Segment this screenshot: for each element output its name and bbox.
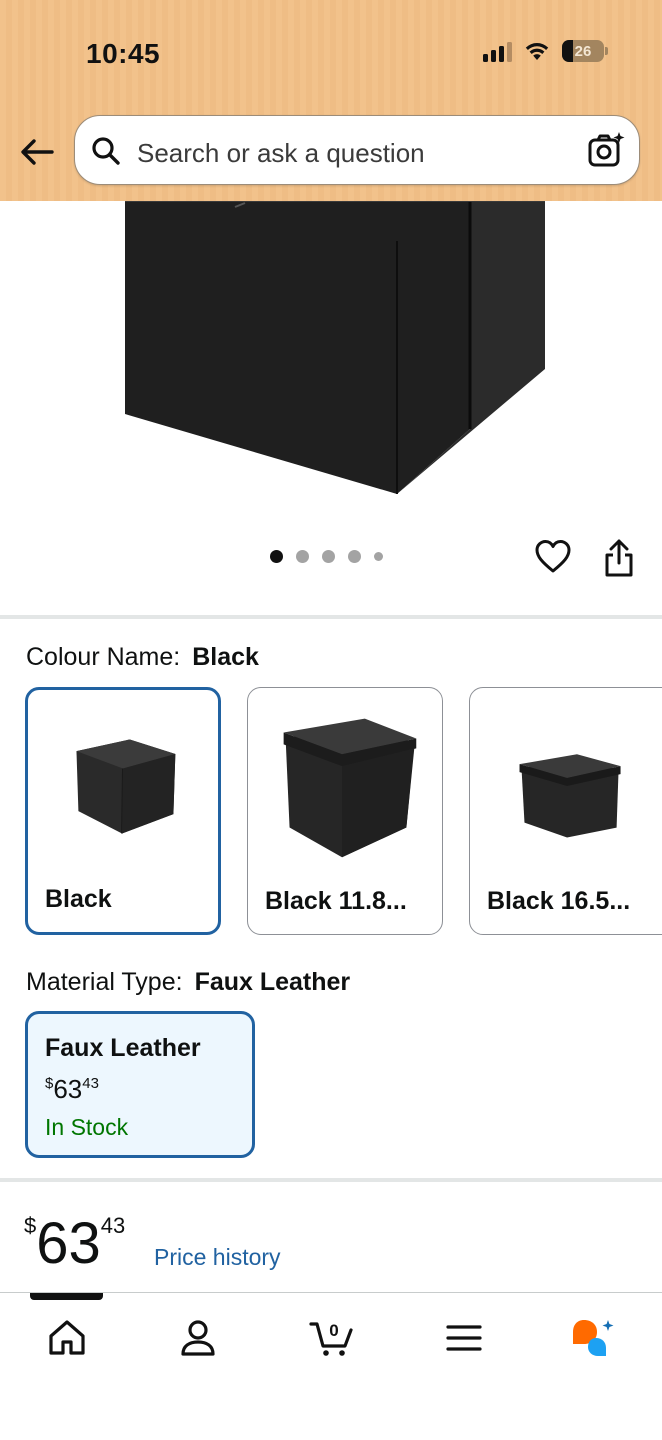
section-divider <box>0 615 662 619</box>
carousel-dot[interactable] <box>322 550 335 563</box>
search-placeholder: Search or ask a question <box>137 138 425 168</box>
material-option-price: $6343 <box>45 1074 99 1104</box>
colour-option-black[interactable]: Black <box>25 687 221 935</box>
material-type-value: Faux Leather <box>194 968 351 996</box>
colour-name-label: Colour Name: <box>26 643 181 671</box>
search-input[interactable]: Search or ask a question <box>74 115 640 185</box>
top-header: 10:45 26 Search or ask a question <box>0 0 662 201</box>
section-divider <box>0 1178 662 1182</box>
menu-icon[interactable] <box>444 1318 484 1358</box>
cart-icon[interactable]: 0 <box>309 1318 355 1358</box>
wifi-icon <box>525 43 549 60</box>
swatch-image <box>283 718 417 858</box>
colour-option-label: Black 11.8... <box>265 887 407 915</box>
battery-icon: 26 <box>562 40 608 62</box>
back-arrow-icon[interactable] <box>18 134 56 170</box>
bottom-nav-bar <box>0 1292 662 1440</box>
product-price: $6343 <box>24 1210 125 1277</box>
status-icons: 26 <box>483 40 608 62</box>
price-symbol: $ <box>24 1213 37 1238</box>
colour-name-value: Black <box>192 643 259 671</box>
price-history-link[interactable]: Price history <box>154 1244 281 1271</box>
account-icon[interactable] <box>178 1318 218 1358</box>
product-image[interactable] <box>0 201 662 531</box>
price-whole: 63 <box>36 1211 101 1276</box>
share-icon[interactable] <box>603 538 635 578</box>
colour-option-label: Black <box>45 885 112 913</box>
colour-name-row: Colour Name: Black <box>26 643 259 672</box>
home-icon[interactable] <box>47 1318 87 1358</box>
swatch-image <box>519 754 621 838</box>
image-carousel-dots[interactable] <box>270 550 383 563</box>
active-tab-indicator <box>30 1293 103 1300</box>
rufus-ai-icon[interactable] <box>570 1318 616 1358</box>
swatch-image <box>76 739 176 834</box>
carousel-dot[interactable] <box>270 550 283 563</box>
heart-icon[interactable] <box>534 538 572 576</box>
carousel-dot[interactable] <box>374 552 383 561</box>
material-type-row: Material Type: Faux Leather <box>26 968 350 997</box>
carousel-dot[interactable] <box>348 550 361 563</box>
price-fraction: 43 <box>100 1213 126 1238</box>
cellular-signal-icon <box>483 40 512 62</box>
battery-level: 26 <box>574 42 592 60</box>
material-option-name: Faux Leather <box>45 1034 201 1062</box>
status-time: 10:45 <box>86 38 161 69</box>
cart-count: 0 <box>329 1321 338 1340</box>
colour-option-black-11-8[interactable]: Black 11.8... <box>247 687 443 935</box>
camera-search-icon[interactable] <box>587 131 625 169</box>
colour-option-black-16-5[interactable]: Black 16.5... <box>469 687 662 935</box>
colour-option-label: Black 16.5... <box>487 887 631 915</box>
carousel-dot[interactable] <box>296 550 309 563</box>
material-option-faux-leather[interactable]: Faux Leather $6343 In Stock <box>25 1011 255 1158</box>
material-option-stock: In Stock <box>45 1114 129 1140</box>
material-type-label: Material Type: <box>26 968 183 996</box>
search-icon <box>92 137 120 165</box>
